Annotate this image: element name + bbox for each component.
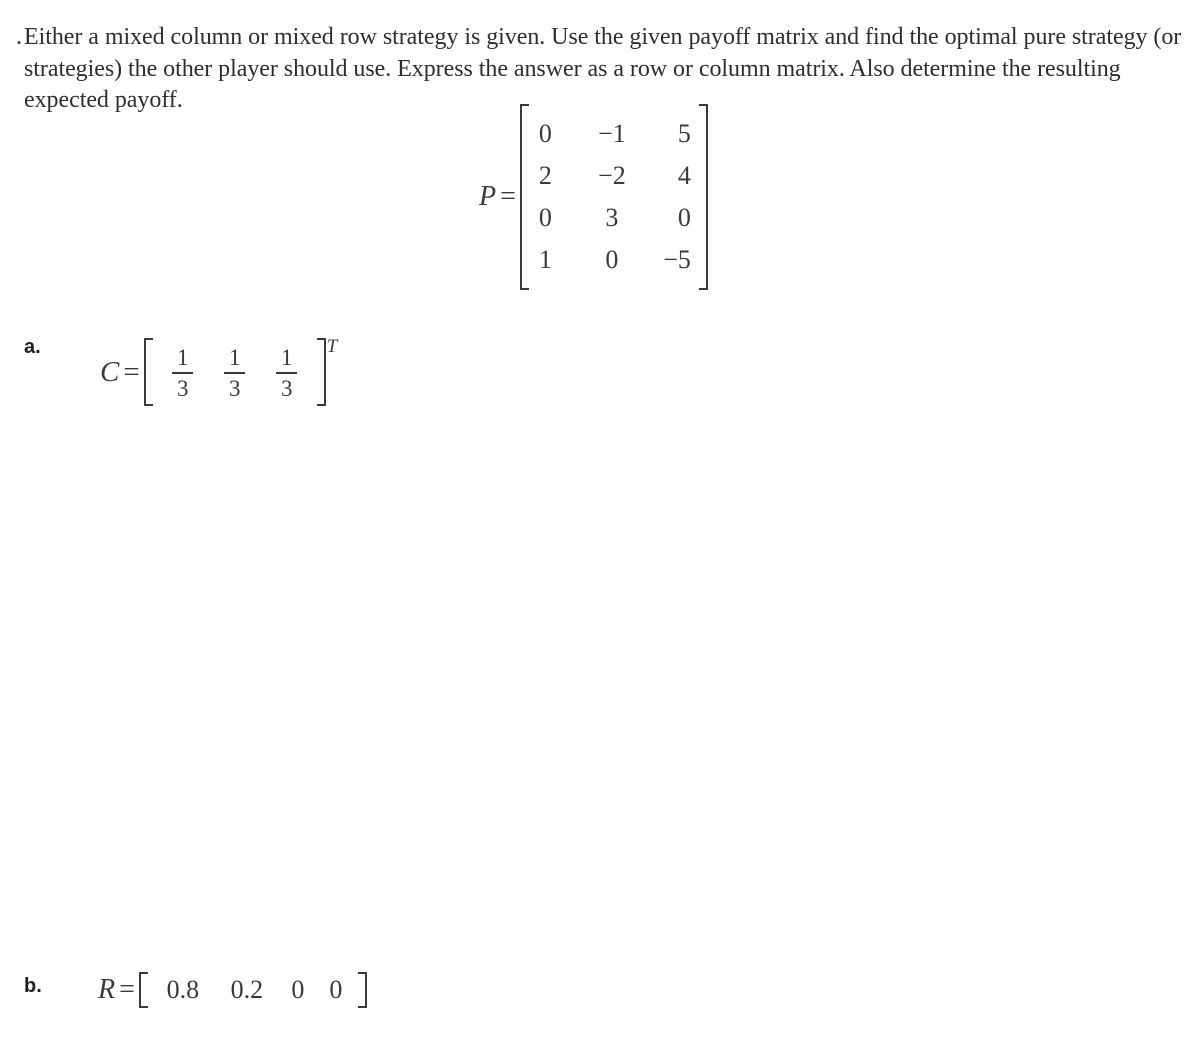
matrix-cell: 4: [677, 161, 691, 190]
column-strategy-matrix: 1 3 1 3 1 3: [143, 338, 326, 406]
matrix-cell: 2: [538, 161, 552, 190]
matrix-cell: 1: [538, 245, 552, 274]
matrix-cell: 3: [605, 203, 619, 232]
left-bracket-icon: [143, 338, 153, 406]
fraction-bar: [224, 372, 246, 374]
column-strategy-symbol: C: [100, 355, 120, 388]
part-b-equation: R = 0.8 0.2 0 0: [98, 972, 367, 1008]
fraction-numerator: 1: [176, 345, 189, 370]
payoff-matrix-grid: 0 −1 5 2 −2 4 0 3 0 1 0 −5: [529, 107, 699, 287]
matrix-cell: 0.8: [166, 975, 200, 1004]
equals-sign: =: [500, 181, 516, 212]
part-a-equation: C = 1 3 1 3 1 3 T: [100, 336, 338, 406]
matrix-cell: 5: [677, 119, 691, 148]
fraction-numerator: 1: [280, 345, 293, 370]
equals-sign: =: [119, 974, 135, 1005]
part-a-label: a.: [24, 336, 41, 358]
fraction-bar: [276, 372, 298, 374]
problem-statement-text: Either a mixed column or mixed row strat…: [24, 24, 1182, 113]
problem-number: .: [16, 24, 22, 50]
left-bracket-icon: [138, 972, 148, 1008]
matrix-cell: 1 3: [276, 344, 298, 401]
matrix-cell: 1 3: [224, 344, 246, 401]
matrix-cell: 0: [329, 975, 343, 1004]
matrix-cell: 0: [605, 245, 619, 274]
transpose-superscript: T: [326, 336, 338, 357]
fraction-denominator: 3: [228, 376, 241, 401]
row-strategy-symbol: R: [98, 974, 116, 1005]
problem-statement-block: . Either a mixed column or mixed row str…: [0, 22, 1190, 117]
fraction-denominator: 3: [176, 376, 189, 401]
fraction: 1 3: [276, 345, 298, 401]
fraction-bar: [172, 372, 194, 374]
matrix-cell: 0: [538, 119, 552, 148]
right-bracket-icon: [316, 338, 326, 406]
matrix-cell: 0: [291, 975, 305, 1004]
fraction-denominator: 3: [280, 376, 293, 401]
row-strategy-matrix: 0.8 0.2 0 0: [138, 972, 367, 1008]
payoff-matrix-symbol: P: [479, 181, 497, 212]
matrix-cell: 0.2: [230, 975, 264, 1004]
fraction: 1 3: [224, 345, 246, 401]
equals-sign: =: [123, 355, 140, 388]
matrix-cell: 0: [538, 203, 552, 232]
matrix-cell: 0: [677, 203, 691, 232]
fraction-numerator: 1: [228, 345, 241, 370]
right-bracket-icon: [357, 972, 367, 1008]
payoff-matrix-equation: P = 0 −1 5 2 −2 4 0 3 0 1 0 −5: [479, 104, 708, 290]
part-b-label: b.: [24, 975, 42, 997]
matrix-cell: 1 3: [172, 344, 194, 401]
matrix-cell: −1: [598, 119, 626, 148]
matrix-cell: −5: [663, 245, 691, 274]
payoff-matrix: 0 −1 5 2 −2 4 0 3 0 1 0 −5: [519, 104, 708, 290]
matrix-cell: −2: [598, 161, 626, 190]
left-bracket-icon: [519, 104, 529, 290]
right-bracket-icon: [698, 104, 708, 290]
fraction: 1 3: [172, 345, 194, 401]
column-strategy-grid: 1 3 1 3 1 3: [153, 339, 317, 405]
row-strategy-grid: 0.8 0.2 0 0: [148, 972, 358, 1008]
